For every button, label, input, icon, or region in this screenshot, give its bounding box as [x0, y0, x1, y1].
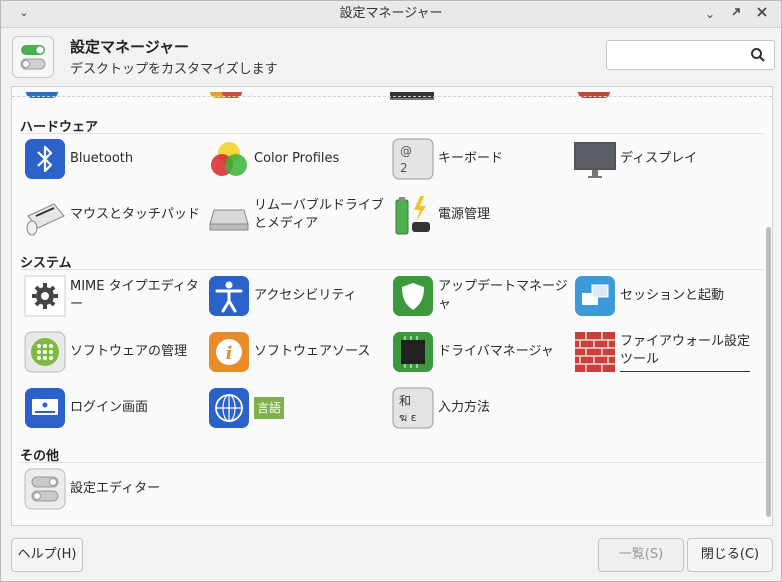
divider: [20, 462, 764, 463]
item-language[interactable]: 言語: [206, 383, 386, 433]
item-mime-editor[interactable]: MIME タイプエディター: [22, 271, 202, 321]
item-driver-manager[interactable]: ドライバマネージャ: [390, 327, 570, 377]
session-startup-icon: [575, 276, 615, 316]
item-label: ソフトウェアの管理: [70, 344, 188, 359]
item-label: 言語: [254, 387, 384, 429]
overview-button[interactable]: 一覧(S): [598, 538, 684, 572]
item-label: キーボード: [438, 151, 504, 166]
item-accessibility[interactable]: アクセシビリティ: [206, 271, 386, 321]
update-manager-icon: [393, 276, 433, 316]
item-label: セッションと起動: [620, 288, 725, 303]
page-title: 設定マネージャー: [70, 38, 189, 56]
item-display[interactable]: ディスプレイ: [572, 134, 752, 184]
item-label: Color Profiles: [254, 151, 340, 166]
item-label: MIME タイプエディター: [70, 279, 199, 312]
search-icon: [751, 48, 765, 62]
item-keyboard[interactable]: @ 2 キーボード: [390, 134, 570, 184]
item-removable-drive[interactable]: リムーバブルドライブとメディア: [206, 190, 386, 240]
settings-manager-window: ⌄ 設定マネージャー ⌄ 設定マネージャー デスクトップをカスタマイズします ハ…: [0, 0, 782, 582]
item-label: ドライバマネージャ: [438, 344, 554, 359]
vertical-scrollbar[interactable]: [766, 227, 771, 517]
item-settings-editor[interactable]: 設定エディター: [22, 464, 202, 514]
item-label: リムーバブルドライブとメディア: [254, 198, 384, 231]
settings-editor-icon: [24, 468, 66, 510]
maximize-button[interactable]: [727, 5, 745, 23]
settings-manager-icon: [12, 36, 54, 78]
item-label: ファイアウォール設定ツール: [620, 331, 750, 372]
color-profiles-icon: [211, 142, 247, 176]
restore-icon: [732, 8, 740, 16]
settings-content[interactable]: ハードウェア Bluetooth Color Profiles @ 2 キーボー…: [11, 86, 773, 526]
input-method-icon: 和 ฆ ε: [392, 387, 434, 429]
help-button[interactable]: ヘルプ(H): [11, 538, 83, 572]
login-screen-icon: [25, 388, 65, 428]
item-color-profiles[interactable]: Color Profiles: [206, 134, 386, 184]
item-firewall[interactable]: ファイアウォール設定ツール: [572, 327, 752, 377]
mouse-touchpad-icon: [26, 203, 65, 236]
driver-manager-icon: [393, 332, 433, 372]
item-label: 入力方法: [438, 400, 491, 415]
language-icon: [209, 388, 249, 428]
window-title: 設定マネージャー: [339, 6, 443, 21]
keyboard-icon: @ 2: [392, 138, 434, 180]
bluetooth-icon: [25, 139, 65, 179]
power-manager-icon: [395, 196, 430, 235]
item-software-manager[interactable]: ソフトウェアの管理: [22, 327, 202, 377]
close-icon: [757, 7, 767, 17]
close-button[interactable]: 閉じる(C): [687, 538, 773, 572]
mime-editor-icon: [24, 275, 66, 317]
item-label: 設定エディター: [70, 481, 161, 496]
item-power-manager[interactable]: 電源管理: [390, 190, 570, 240]
header: 設定マネージャー デスクトップをカスタマイズします: [1, 28, 781, 84]
divider: [12, 96, 772, 97]
item-login-screen[interactable]: ログイン画面: [22, 383, 202, 433]
accessibility-icon: [209, 276, 249, 316]
item-label: マウスとタッチパッド: [70, 207, 201, 222]
search-input[interactable]: [606, 40, 775, 70]
title-bar: ⌄ 設定マネージャー ⌄: [1, 1, 781, 28]
removable-drive-icon: [209, 209, 249, 231]
item-input-method[interactable]: 和 ฆ ε 入力方法: [390, 383, 570, 433]
page-subtitle: デスクトップをカスタマイズします: [70, 62, 278, 77]
firewall-icon: [575, 332, 615, 372]
item-update-manager[interactable]: アップデートマネージャ: [390, 271, 570, 321]
item-label: ソフトウェアソース: [254, 344, 371, 359]
item-label: 電源管理: [438, 207, 491, 222]
software-sources-icon: i: [209, 332, 249, 372]
item-label: アップデートマネージャ: [438, 279, 568, 312]
item-bluetooth[interactable]: Bluetooth: [22, 134, 202, 184]
close-window-button[interactable]: [753, 5, 771, 23]
svg-text:和: 和: [399, 394, 411, 408]
item-mouse-touchpad[interactable]: マウスとタッチパッド: [22, 190, 202, 240]
language-badge: 言語: [254, 397, 285, 419]
item-session-startup[interactable]: セッションと起動: [572, 271, 752, 321]
item-label: アクセシビリティ: [254, 288, 357, 303]
item-software-sources[interactable]: i ソフトウェアソース: [206, 327, 386, 377]
divider: [20, 269, 764, 270]
minimize-button[interactable]: ⌄: [701, 5, 719, 23]
svg-text:i: i: [226, 343, 233, 364]
display-icon: [574, 142, 616, 178]
software-manager-icon: [24, 331, 66, 373]
svg-text:2: 2: [400, 161, 408, 175]
item-label: Bluetooth: [70, 151, 134, 166]
item-label: ディスプレイ: [620, 151, 698, 166]
item-label: ログイン画面: [70, 400, 149, 415]
svg-text:@: @: [400, 144, 412, 158]
svg-text:ฆ ε: ฆ ε: [399, 411, 417, 424]
